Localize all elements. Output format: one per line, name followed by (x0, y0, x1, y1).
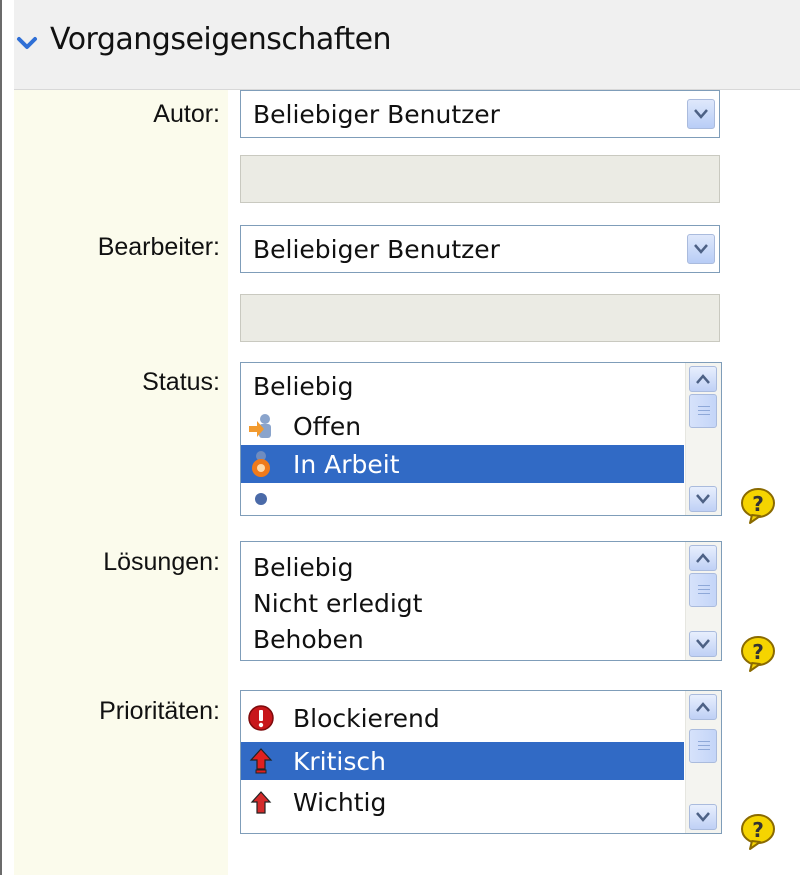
resolutions-scrollbar[interactable] (685, 542, 721, 660)
panel-title: Vorgangseigenschaften (50, 22, 392, 57)
svg-text:?: ? (752, 640, 764, 664)
scroll-thumb[interactable] (689, 573, 717, 607)
list-item-label: Nicht erledigt (253, 589, 423, 618)
resolution-item-unresolved[interactable]: Nicht erledigt (241, 584, 684, 622)
list-item-label: Wichtig (293, 788, 387, 817)
list-item-label: Behoben (253, 625, 364, 654)
status-item-in-progress[interactable]: In Arbeit (241, 445, 684, 483)
scroll-up-button[interactable] (689, 694, 717, 720)
author-dropdown-button[interactable] (687, 99, 715, 129)
status-list[interactable]: Beliebig Offen In Arbeit (240, 362, 722, 516)
chevron-down-icon (696, 494, 710, 504)
priorities-scrollbar[interactable] (685, 691, 721, 833)
author-select[interactable]: Beliebiger Benutzer (240, 90, 720, 138)
resolutions-label: Lösungen: (103, 548, 220, 576)
svg-text:?: ? (752, 818, 764, 842)
priority-critical-icon (249, 748, 273, 774)
chevron-down-icon (696, 812, 710, 822)
status-open-icon (249, 414, 271, 438)
author-select-value: Beliebiger Benutzer (253, 100, 500, 129)
panel-header[interactable]: Vorgangseigenschaften (0, 0, 800, 90)
priority-blocker-icon (248, 705, 274, 731)
list-item-label: In Arbeit (293, 450, 400, 479)
priorities-list[interactable]: Blockierend Kritisch Wichtig (240, 690, 722, 834)
chevron-down-icon (696, 639, 710, 649)
status-in-progress-icon (252, 451, 270, 477)
status-scrollbar[interactable] (685, 363, 721, 515)
svg-text:?: ? (752, 492, 764, 516)
priority-major-icon (250, 791, 272, 814)
assignee-dropdown-button[interactable] (687, 234, 715, 264)
status-item-any[interactable]: Beliebig (241, 367, 684, 405)
assignee-select[interactable]: Beliebiger Benutzer (240, 225, 720, 273)
assignee-text-field[interactable] (240, 294, 720, 342)
resolution-item-any[interactable]: Beliebig (241, 548, 684, 586)
help-icon[interactable]: ? (738, 634, 778, 674)
scroll-down-button[interactable] (689, 631, 717, 657)
scroll-thumb[interactable] (689, 394, 717, 428)
priority-item-blocker[interactable]: Blockierend (241, 699, 684, 737)
chevron-down-icon (694, 109, 708, 119)
chevron-up-icon (696, 553, 710, 563)
chevron-up-icon (696, 374, 710, 384)
assignee-label: Bearbeiter: (97, 233, 220, 261)
list-item-label: Blockierend (293, 704, 440, 733)
status-item-partial (241, 485, 684, 515)
author-label: Autor: (153, 100, 220, 128)
list-item-label: Beliebig (253, 553, 354, 582)
priority-item-critical[interactable]: Kritisch (241, 742, 684, 780)
person-icon (255, 493, 267, 505)
help-icon[interactable]: ? (738, 812, 778, 852)
list-item-label: Kritisch (293, 747, 386, 776)
chevron-down-icon[interactable] (16, 32, 38, 54)
priorities-label: Prioritäten: (99, 697, 220, 725)
help-icon[interactable]: ? (738, 486, 778, 526)
status-label: Status: (142, 368, 220, 396)
list-item-label: Beliebig (253, 372, 354, 401)
chevron-down-icon (694, 244, 708, 254)
scroll-up-button[interactable] (689, 545, 717, 571)
issue-properties-panel: Vorgangseigenschaften Autor: Beliebiger … (0, 0, 800, 875)
scroll-down-button[interactable] (689, 804, 717, 830)
status-item-open[interactable]: Offen (241, 407, 684, 445)
author-text-field[interactable] (240, 155, 720, 203)
left-border (0, 0, 14, 875)
list-item-label: Offen (293, 412, 362, 441)
resolution-item-fixed[interactable]: Behoben (241, 620, 684, 658)
scroll-thumb[interactable] (689, 729, 717, 763)
assignee-select-value: Beliebiger Benutzer (253, 235, 500, 264)
priority-item-major[interactable]: Wichtig (241, 783, 684, 821)
scroll-down-button[interactable] (689, 486, 717, 512)
resolutions-list[interactable]: Beliebig Nicht erledigt Behoben (240, 541, 722, 661)
chevron-up-icon (696, 702, 710, 712)
label-column (14, 90, 228, 875)
scroll-up-button[interactable] (689, 366, 717, 392)
